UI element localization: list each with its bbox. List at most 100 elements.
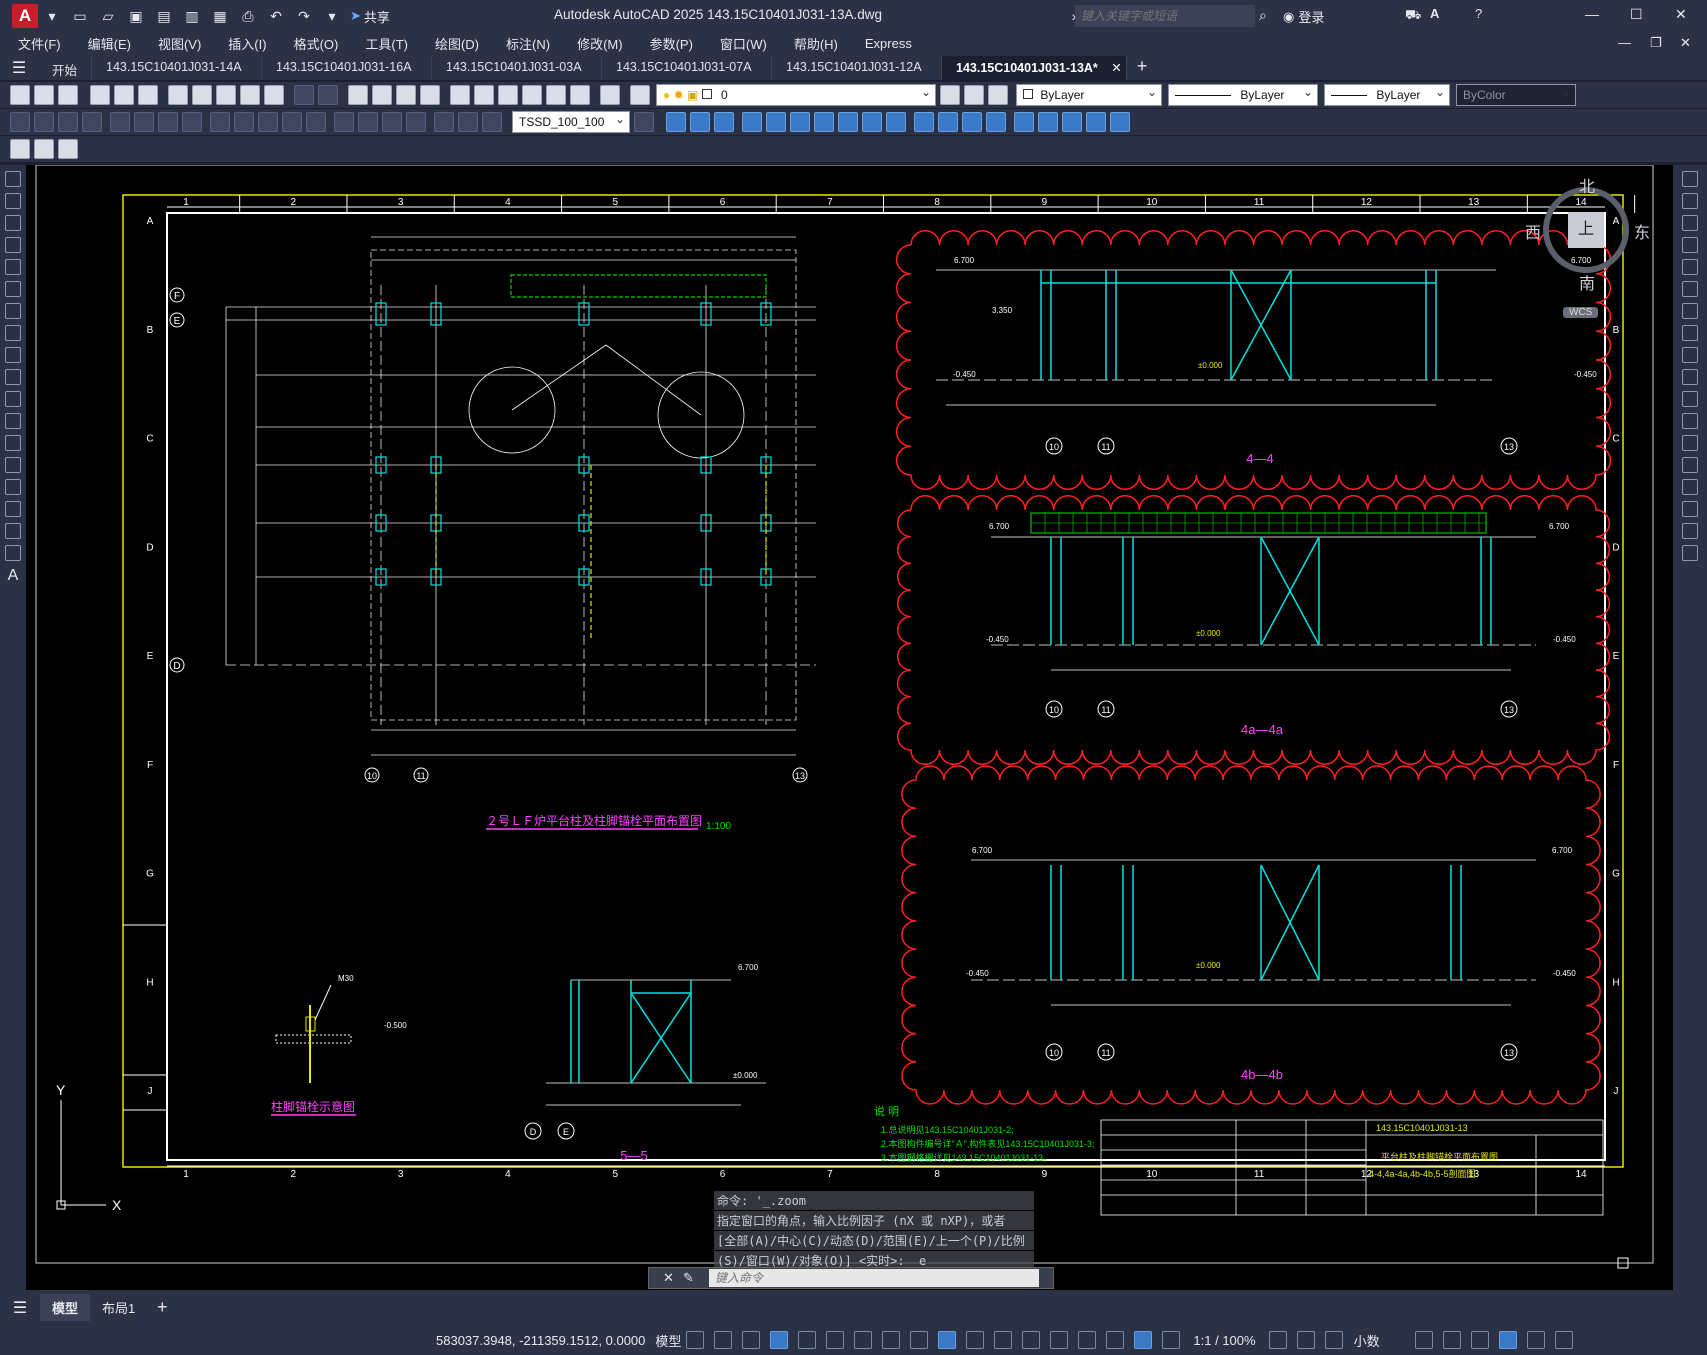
cmd-close-icon[interactable]: ✕	[663, 1270, 674, 1286]
jogged-linear-icon[interactable]	[406, 112, 426, 132]
hatch-icon[interactable]	[5, 479, 21, 495]
lineweight-icon[interactable]	[938, 1331, 957, 1349]
tab-03a[interactable]: 143.15C10401J031-03A	[432, 56, 603, 80]
minimize-icon[interactable]: —	[1585, 6, 1599, 22]
3d-osnap-icon[interactable]	[1022, 1331, 1041, 1349]
tool-palettes-icon[interactable]	[498, 85, 518, 105]
modify-copy-icon[interactable]	[666, 112, 686, 132]
units-dropdown[interactable]: 小数	[1354, 1331, 1380, 1350]
tab-layout1[interactable]: 布局1	[90, 1294, 147, 1321]
tab-13a[interactable]: 143.15C10401J031-13A* ✕	[942, 56, 1128, 80]
doc-close-icon[interactable]: ✕	[1680, 35, 1691, 51]
menu-insert[interactable]: 插入(I)	[228, 34, 266, 53]
snap-icon[interactable]	[714, 1331, 733, 1349]
radius-icon[interactable]	[110, 112, 130, 132]
menu-file[interactable]: 文件(F)	[18, 34, 61, 53]
plot-preview-icon[interactable]	[114, 85, 134, 105]
compass-north[interactable]: 北	[1579, 173, 1595, 197]
tab-16a[interactable]: 143.15C10401J031-16A	[262, 56, 433, 80]
clean-screen-icon[interactable]	[1526, 1331, 1545, 1349]
search-input[interactable]	[1075, 5, 1255, 27]
menu-help[interactable]: 帮助(H)	[794, 34, 838, 53]
quick-properties-icon[interactable]	[1414, 1331, 1433, 1349]
hamburger-icon[interactable]: ☰	[0, 56, 38, 80]
gradient-icon[interactable]	[5, 501, 21, 517]
menu-modify[interactable]: 修改(M)	[577, 34, 623, 53]
center-mark-icon[interactable]	[358, 112, 378, 132]
viewcube[interactable]: 上 北 南 西 东 WCS	[1525, 173, 1650, 318]
angular-icon[interactable]	[182, 112, 202, 132]
plot-icon[interactable]	[90, 85, 110, 105]
ortho-icon[interactable]	[798, 1331, 817, 1349]
cut-icon[interactable]	[168, 85, 188, 105]
new-file-icon[interactable]: ▭	[69, 6, 91, 26]
cursor-coordinates[interactable]: 583037.3948, -211359.1512, 0.0000	[436, 1333, 645, 1348]
dim-edit-icon[interactable]	[434, 112, 454, 132]
modify-mirror-icon[interactable]	[690, 112, 710, 132]
linetype-dropdown[interactable]: ByLayer	[1168, 84, 1318, 106]
polygon-icon[interactable]	[5, 237, 21, 253]
menu-express[interactable]: Express	[865, 36, 912, 51]
join-icon[interactable]	[1682, 457, 1698, 473]
new-tab-icon[interactable]: +	[1127, 56, 1157, 80]
bring-front-icon[interactable]	[1062, 112, 1082, 132]
diameter-icon[interactable]	[158, 112, 178, 132]
zoom-realtime-icon[interactable]	[372, 85, 392, 105]
tolerance-icon[interactable]	[334, 112, 354, 132]
design-center-icon[interactable]	[474, 85, 494, 105]
menu-format[interactable]: 格式(O)	[294, 34, 339, 53]
undo-icon[interactable]	[294, 85, 314, 105]
annotation-visibility-icon[interactable]	[1134, 1331, 1153, 1349]
tab-model[interactable]: 模型	[40, 1294, 91, 1321]
cart-icon[interactable]: ⛟	[1405, 7, 1421, 25]
gizmo-icon[interactable]	[1106, 1331, 1125, 1349]
quick-dim-icon[interactable]	[210, 112, 230, 132]
polar-icon[interactable]	[826, 1331, 845, 1349]
insert-table-icon[interactable]	[34, 139, 54, 159]
circle-icon[interactable]	[5, 303, 21, 319]
open-web-icon[interactable]: ▥	[181, 6, 203, 26]
aligned-dim-icon[interactable]	[34, 112, 54, 132]
autodesk-icon[interactable]: A	[1430, 6, 1439, 21]
save-web-icon[interactable]: ▦	[209, 6, 231, 26]
match-properties-icon[interactable]	[240, 85, 260, 105]
break-at-point-icon[interactable]	[1682, 413, 1698, 429]
layer-previous-icon[interactable]	[964, 85, 984, 105]
save-icon[interactable]: ▣	[125, 6, 147, 26]
autocad-logo-icon[interactable]: A	[12, 4, 38, 28]
modify-trim-icon[interactable]	[862, 112, 882, 132]
login-button[interactable]: ◉ 登录	[1283, 7, 1324, 26]
stretch-icon[interactable]	[1682, 347, 1698, 363]
color-dropdown[interactable]: ByLayer	[1016, 84, 1162, 106]
mirror-icon[interactable]	[1682, 215, 1698, 231]
plotstyle-dropdown[interactable]: ByColor	[1456, 84, 1576, 106]
scale-icon[interactable]	[1682, 325, 1698, 341]
modify-chamfer-icon[interactable]	[962, 112, 982, 132]
model-space-button[interactable]: 模型	[655, 1331, 681, 1350]
rectangle-icon[interactable]	[5, 259, 21, 275]
markup-icon[interactable]	[546, 85, 566, 105]
block-editor-icon[interactable]	[264, 85, 284, 105]
modify-fillet-icon[interactable]	[986, 112, 1006, 132]
linear-dim-icon[interactable]	[10, 112, 30, 132]
selection-cycling-icon[interactable]	[994, 1331, 1013, 1349]
extend-icon[interactable]	[1682, 391, 1698, 407]
ordinate-icon[interactable]	[82, 112, 102, 132]
move-icon[interactable]	[1682, 281, 1698, 297]
selection-filter-icon[interactable]	[1078, 1331, 1097, 1349]
tab-07a[interactable]: 143.15C10401J031-07A	[602, 56, 773, 80]
menu-edit[interactable]: 编辑(E)	[88, 34, 131, 53]
erase-icon[interactable]	[1682, 171, 1698, 187]
dim-text-edit-icon[interactable]	[458, 112, 478, 132]
fillet-icon[interactable]	[1682, 501, 1698, 517]
dynamic-ucs-icon[interactable]	[1050, 1331, 1069, 1349]
mtext-icon[interactable]: A	[0, 567, 26, 585]
sheet-set-icon[interactable]	[522, 85, 542, 105]
arc-icon[interactable]	[5, 281, 21, 297]
modify-join-icon[interactable]	[938, 112, 958, 132]
modify-offset-icon[interactable]	[714, 112, 734, 132]
table-icon[interactable]	[5, 545, 21, 561]
save-icon[interactable]	[58, 85, 78, 105]
trim-icon[interactable]	[1682, 369, 1698, 385]
doc-minimize-icon[interactable]: —	[1618, 35, 1631, 50]
